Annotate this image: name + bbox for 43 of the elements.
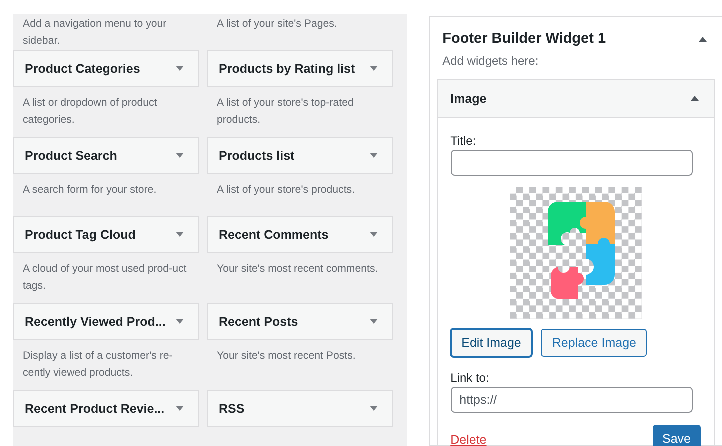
widget-description: A cloud of your most used prod-uct tags.: [22, 262, 188, 294]
expand-arrow-icon[interactable]: [176, 153, 184, 158]
expand-arrow-icon[interactable]: [370, 319, 378, 324]
expand-arrow-icon[interactable]: [176, 232, 184, 237]
widget-header[interactable]: Product Tag Cloud: [13, 216, 199, 253]
expand-arrow-icon[interactable]: [370, 66, 378, 71]
expand-arrow-icon[interactable]: [370, 406, 378, 411]
widget-header[interactable]: Product Categories: [13, 50, 199, 87]
collapse-arrow-icon[interactable]: [699, 36, 707, 42]
widget-description: Your site's most recent Posts.: [216, 349, 357, 364]
title-input-field[interactable]: [450, 150, 693, 176]
expand-arrow-icon[interactable]: [176, 319, 184, 324]
widget-description: Add a navigation menu to your sidebar.: [22, 17, 168, 49]
save-button[interactable]: Save: [652, 425, 701, 446]
expand-arrow-icon[interactable]: [176, 406, 184, 411]
widget-header[interactable]: Recent Comments: [207, 216, 393, 253]
collapse-arrow-icon[interactable]: [691, 96, 699, 101]
expand-arrow-icon[interactable]: [176, 66, 184, 71]
sidebar-description: Add widgets here:: [442, 53, 540, 70]
widget-header[interactable]: Products by Rating list: [207, 50, 393, 87]
delete-link[interactable]: Delete: [450, 433, 487, 446]
link-input-field[interactable]: https://: [450, 387, 693, 413]
edit-image-button[interactable]: Edit Image: [450, 329, 532, 357]
widget-description: A list or dropdown of product categories.: [22, 96, 158, 128]
widget-description: A list of your store's products.: [216, 183, 356, 198]
sidebar-title: Footer Builder Widget 1: [442, 31, 606, 47]
field-label: Link to:: [450, 371, 490, 385]
widget-description: A list of your site's Pages.: [216, 17, 338, 32]
widget-description: A list of your store's top-rated products.: [216, 96, 355, 128]
field-label: Title:: [450, 134, 478, 148]
widget-header[interactable]: Recent Posts: [207, 303, 393, 340]
widget-header[interactable]: RSS: [207, 390, 393, 427]
widget-header[interactable]: Recently Viewed Prod...: [13, 303, 199, 340]
expand-arrow-icon[interactable]: [370, 232, 378, 237]
widget-header[interactable]: Products list: [207, 137, 393, 174]
replace-image-button[interactable]: Replace Image: [541, 329, 648, 357]
widget-header[interactable]: Image: [438, 80, 714, 118]
widget-description: Display a list of a customer's re-cently viewed products.: [22, 349, 174, 381]
expand-arrow-icon[interactable]: [370, 153, 378, 158]
widget-description: A search form for your store.: [22, 183, 158, 198]
widget-header[interactable]: Recent Product Revie...: [13, 390, 199, 427]
widget-header[interactable]: Product Search: [13, 137, 199, 174]
widget-description: Your site's most recent comments.: [216, 262, 380, 277]
